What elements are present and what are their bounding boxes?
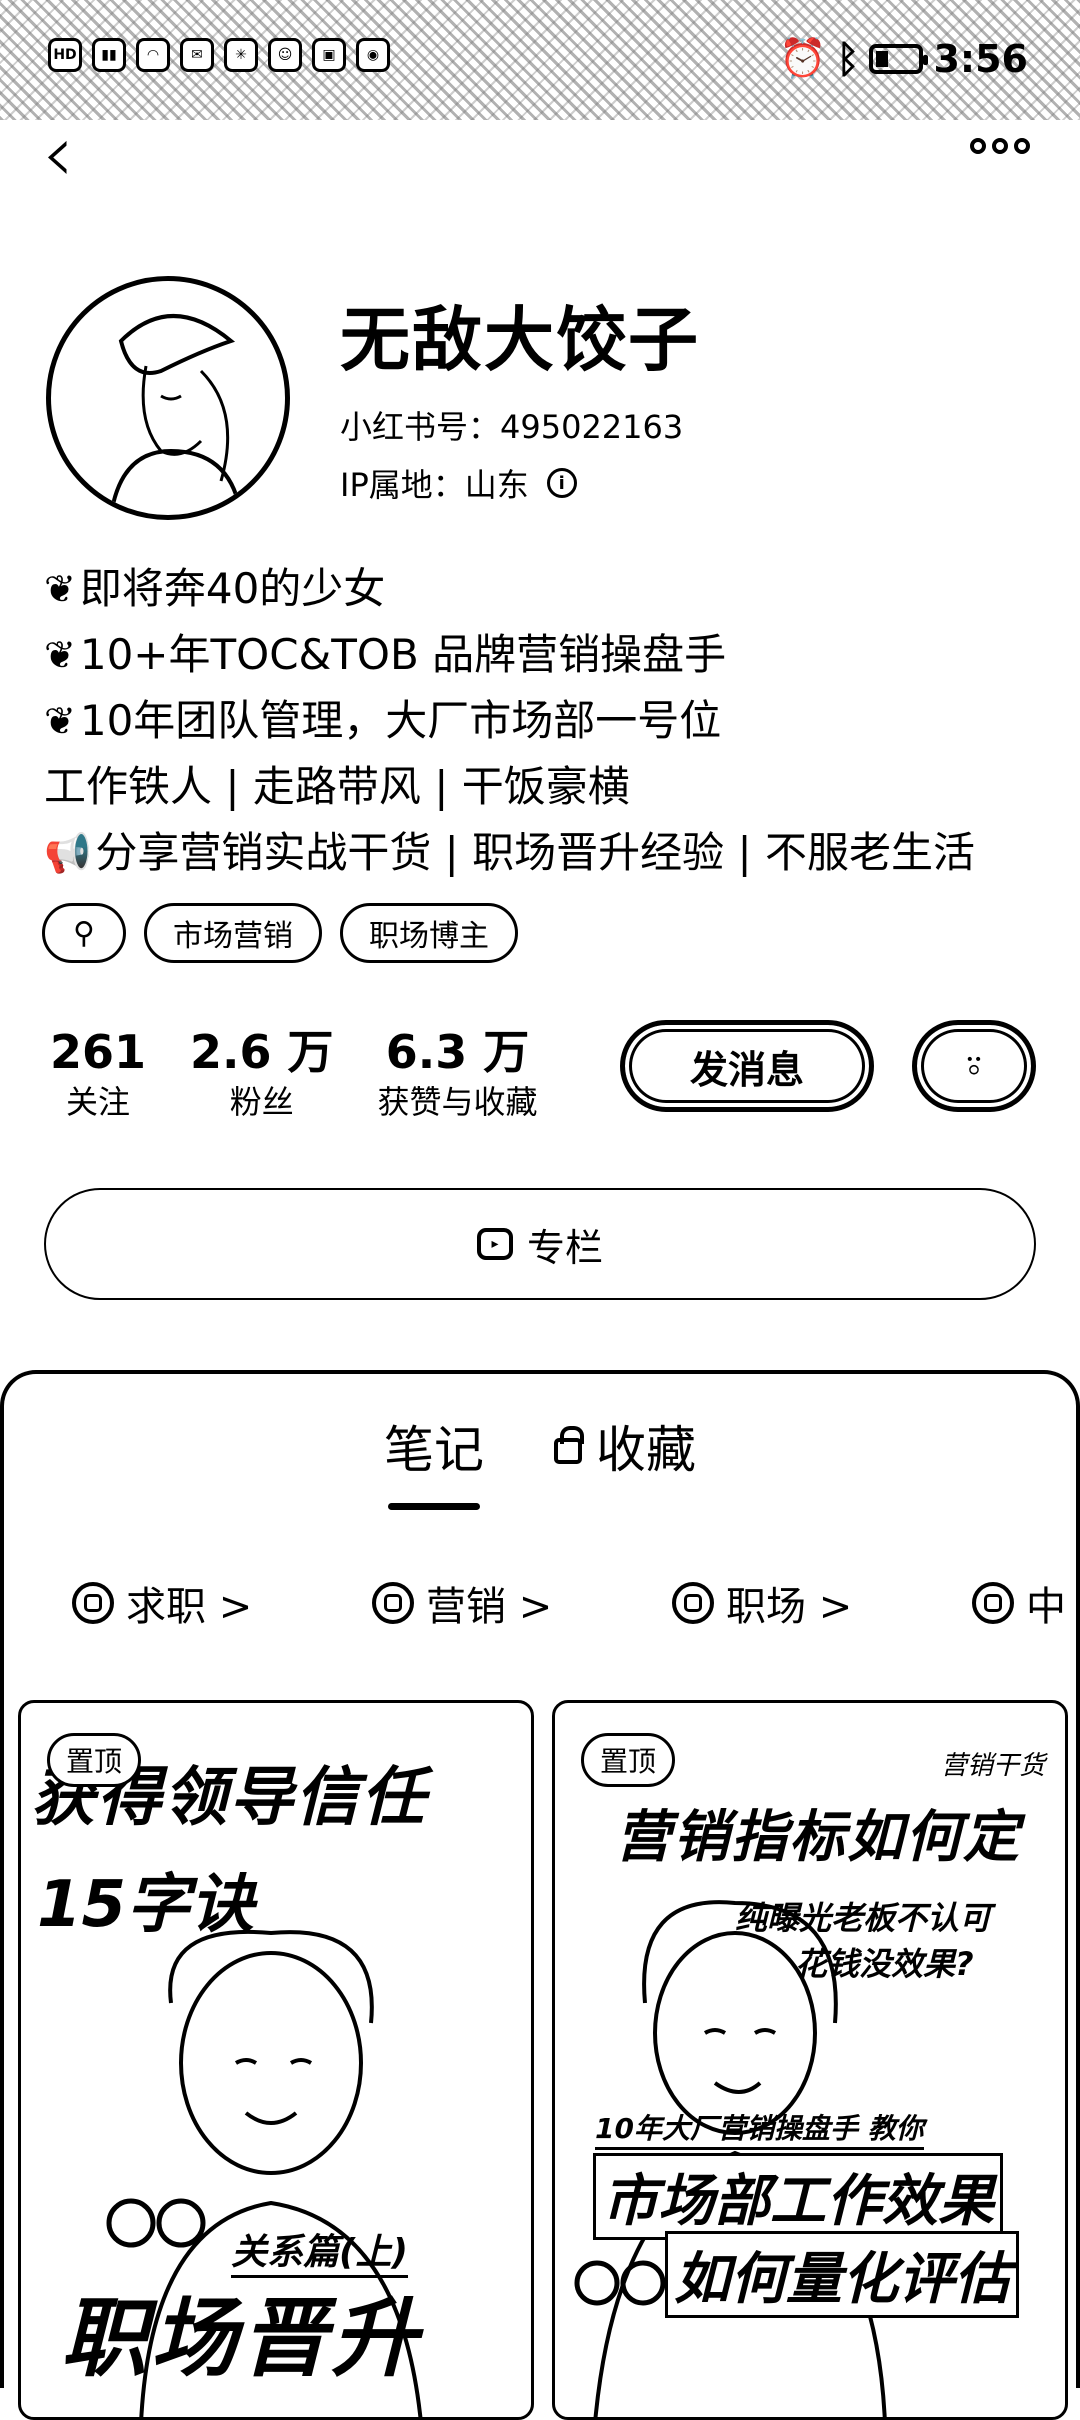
collection-icon	[672, 1582, 714, 1624]
tab-label: 笔记	[384, 1421, 484, 1479]
stat-label: 获赞与收藏	[377, 1083, 538, 1121]
tab-notes[interactable]: 笔记	[384, 1410, 484, 1510]
tv-icon: ▸	[476, 1228, 513, 1260]
bio-line: 工作铁人 | 走路带风 | 干饭豪横	[44, 754, 1044, 820]
note-card[interactable]: 置顶 获得领导信任 15字诀 关系篇(上) 职场晋升	[18, 1700, 534, 2420]
stat-number: 6.3 万	[385, 1025, 530, 1079]
card-subtitle: 15字诀	[37, 1868, 255, 1942]
location-tag[interactable]: ⚲	[42, 903, 126, 963]
status-bar: HD ▮▮ ◠ ✉ ✳ ☺ ▣ ◉ ⏰ ᛒ 3:56	[0, 30, 1080, 90]
battery-icon	[869, 43, 929, 74]
dot-icon	[1014, 138, 1030, 154]
profile-stats: 261 关注 2.6 万 粉丝 6.3 万 获赞与收藏	[50, 1024, 538, 1124]
profile-tags: ⚲ 市场营销 职场博主	[42, 903, 518, 963]
ip-location: IP属地：山东 i	[340, 460, 577, 506]
bio-text: 工作铁人 | 走路带风 | 干饭豪横	[44, 762, 630, 811]
card-footer: 职场晋升	[61, 2289, 421, 2389]
bio-text: 即将奔40的少女	[79, 564, 386, 613]
profile-cover: HD ▮▮ ◠ ✉ ✳ ☺ ▣ ◉ ⏰ ᛒ 3:56 ‹ 无敌大饺子 小红书号：…	[0, 0, 1080, 1370]
leaf-icon: ❦	[44, 567, 76, 611]
pinned-badge: 置顶	[581, 1733, 676, 1787]
collection-label: 职场 >	[726, 1584, 853, 1630]
collection-label: 营销 >	[426, 1584, 553, 1630]
clock: 3:56	[933, 36, 1028, 81]
stat-label: 关注	[66, 1083, 131, 1121]
bio: ❦ 即将奔40的少女 ❦ 10+年TOC&TOB 品牌营销操盘手 ❦ 10年团队…	[44, 556, 1044, 886]
collection-icon	[372, 1582, 414, 1624]
bluetooth-icon: ᛒ	[836, 36, 860, 81]
location-pin-icon: ⚲	[73, 915, 95, 951]
avatar-illustration	[109, 314, 243, 515]
bio-text: 分享营销实战干货 | 职场晋升经验 | 不服老生活	[95, 828, 976, 877]
stat-following[interactable]: 261 关注	[50, 1024, 146, 1124]
chat-icon: ☺	[268, 38, 302, 72]
stat-number: 261	[50, 1025, 147, 1079]
card-headline: 营销指标如何定	[615, 1805, 1021, 1870]
content-panel: 笔记 收藏 求职 > 营销 > 职场 > 中 置顶 获得领导信任 15字诀 关系…	[0, 1370, 1080, 2420]
weibo-icon: ◉	[356, 38, 390, 72]
wifi-icon: ◠	[136, 38, 170, 72]
column-button[interactable]: ▸ 专栏	[44, 1188, 1036, 1300]
collection-item[interactable]: 职场 >	[672, 1574, 972, 1632]
tab-label: 收藏	[596, 1421, 696, 1479]
collection-list: 求职 > 营销 > 职场 > 中	[72, 1574, 1080, 1632]
status-left-icons: HD ▮▮ ◠ ✉ ✳ ☺ ▣ ◉	[48, 38, 390, 72]
card-caption: 10年大厂营销操盘手 教你	[595, 2107, 924, 2150]
stat-label: 粉丝	[229, 1083, 294, 1121]
dot-icon	[992, 138, 1008, 154]
message-icon: ✉	[180, 38, 214, 72]
collection-icon	[972, 1582, 1014, 1624]
bio-line: ❦ 即将奔40的少女	[44, 556, 1044, 622]
signal-icon: ▮▮	[92, 38, 126, 72]
card-subtitle: 纯曝光老板不认可	[735, 1899, 992, 1937]
collection-icon	[72, 1582, 114, 1624]
collection-item[interactable]: 营销 >	[372, 1574, 672, 1632]
card-footer: 如何量化评估	[665, 2231, 1019, 2318]
ip-label: IP属地：山东	[340, 466, 529, 504]
collection-label: 求职 >	[126, 1584, 253, 1630]
profile-tabs: 笔记 收藏	[4, 1410, 1076, 1510]
app-icon: ✳	[224, 38, 258, 72]
collection-label: 中	[1026, 1584, 1066, 1630]
bio-line: ❦ 10+年TOC&TOB 品牌营销操盘手	[44, 622, 1044, 688]
app2-icon: ▣	[312, 38, 346, 72]
dot-icon	[970, 138, 986, 154]
tag-chip[interactable]: 市场营销	[143, 903, 322, 963]
stat-likes[interactable]: 6.3 万 获赞与收藏	[378, 1024, 538, 1124]
column-label: 专栏	[526, 1225, 603, 1270]
follow-button[interactable]: ⍤	[912, 1020, 1036, 1112]
more-options-button[interactable]	[970, 138, 1030, 154]
collection-item[interactable]: 求职 >	[72, 1574, 372, 1632]
tab-favorites[interactable]: 收藏	[554, 1410, 696, 1482]
avatar[interactable]	[46, 276, 290, 520]
leaf-icon: ❦	[44, 699, 76, 743]
bio-text: 10年团队管理，大厂市场部一号位	[79, 696, 722, 745]
hd-icon: HD	[48, 38, 82, 72]
username: 无敌大饺子	[340, 299, 700, 381]
stat-number: 2.6 万	[190, 1025, 334, 1079]
user-check-icon: ⍤	[961, 1041, 987, 1090]
stat-followers[interactable]: 2.6 万 粉丝	[190, 1024, 334, 1124]
bio-line: ❦ 10年团队管理，大厂市场部一号位	[44, 688, 1044, 754]
card-subtitle: 花钱没效果?	[795, 1945, 974, 1983]
red-id: 小红书号：495022163	[340, 408, 684, 446]
info-icon[interactable]: i	[546, 468, 577, 498]
note-card[interactable]: 置顶 营销干货 营销指标如何定 纯曝光老板不认可 花钱没效果? 10年大厂营销操…	[552, 1700, 1068, 2420]
collection-item[interactable]: 中	[972, 1574, 1080, 1632]
card-footer: 市场部工作效果	[593, 2153, 1003, 2240]
leaf-icon: ❦	[44, 633, 76, 677]
lock-icon	[554, 1426, 584, 1464]
bio-text: 10+年TOC&TOB 品牌营销操盘手	[79, 630, 727, 679]
send-message-button[interactable]: 发消息	[620, 1020, 874, 1112]
pinned-badge: 置顶	[47, 1733, 142, 1787]
megaphone-icon: 📢	[44, 831, 92, 875]
alarm-icon: ⏰	[779, 36, 827, 80]
bio-line: 📢 分享营销实战干货 | 职场晋升经验 | 不服老生活	[44, 820, 1044, 886]
tag-chip[interactable]: 职场博主	[339, 903, 518, 963]
back-button[interactable]: ‹	[42, 114, 102, 194]
status-right: ⏰ ᛒ 3:56	[779, 36, 1028, 81]
